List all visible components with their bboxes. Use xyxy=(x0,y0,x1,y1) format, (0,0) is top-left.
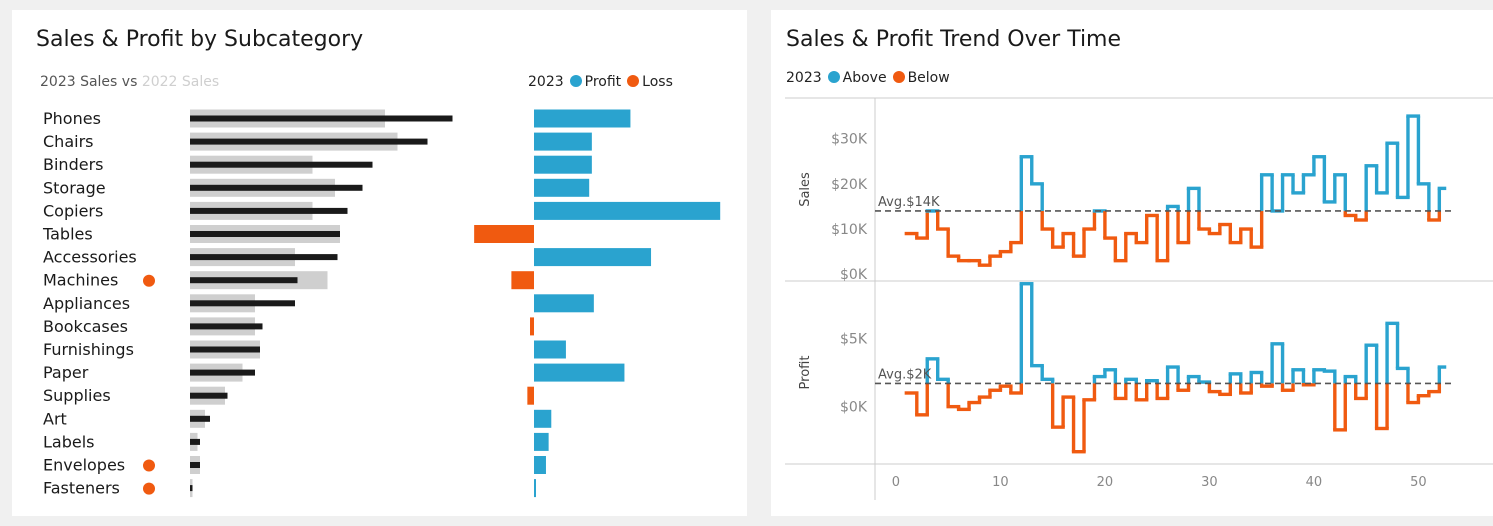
category-label: Bookcases xyxy=(43,317,128,336)
y-tick-label: $30K xyxy=(831,132,868,148)
sales-2023-bar xyxy=(190,369,255,376)
x-tick-label: 0 xyxy=(892,475,900,490)
sales-2023-bar xyxy=(190,254,338,261)
subcategory-panel: Sales & Profit by Subcategory 2023 Sales… xyxy=(12,10,747,516)
sales-2023-bar xyxy=(190,346,260,353)
sales-2023-bar xyxy=(190,231,340,237)
x-tick-label: 10 xyxy=(992,475,1009,490)
sales-2023-bar xyxy=(190,323,263,330)
profit-bar xyxy=(534,178,590,197)
category-label: Tables xyxy=(42,225,93,244)
sales-2023-bar xyxy=(190,462,200,468)
category-label: Binders xyxy=(43,155,103,174)
sales-2023-bar xyxy=(190,415,210,422)
average-label: Avg.$14K xyxy=(878,195,940,210)
category-label: Appliances xyxy=(43,294,130,313)
sales-2023-bar xyxy=(190,300,295,307)
sales-2023-bar xyxy=(190,392,228,399)
y-tick-label: $5K xyxy=(840,331,868,347)
y-tick-label: $10K xyxy=(831,222,868,238)
trend-line-chart: 0 10 20 30 40 50 Sales $0K $10K $20K $30K Avg.$14K P… xyxy=(785,97,1493,500)
category-label: Storage xyxy=(43,178,106,197)
profit-bar xyxy=(534,155,592,174)
profit-bar xyxy=(534,432,549,451)
loss-bar xyxy=(511,271,534,290)
loss-flag-icon xyxy=(143,482,155,495)
category-label: Envelopes xyxy=(43,456,125,475)
x-tick-label: 30 xyxy=(1201,475,1218,490)
sales-2023-bar xyxy=(190,115,453,122)
category-label: Machines xyxy=(43,271,118,290)
profit-bar xyxy=(534,132,592,151)
sales-2023-bar xyxy=(190,438,200,445)
profit-bar xyxy=(534,109,631,128)
loss-bar xyxy=(530,317,534,336)
sales-2023-bar xyxy=(190,184,363,191)
step-line-profit xyxy=(904,282,1447,454)
category-label: Accessories xyxy=(43,248,137,267)
profit-bar xyxy=(534,409,552,428)
sales-2023-bar xyxy=(190,161,373,168)
profit-bar xyxy=(534,248,652,267)
category-label: Supplies xyxy=(43,386,111,405)
loss-bar xyxy=(474,225,534,243)
y-axis-title: Profit xyxy=(798,356,813,390)
profit-bar xyxy=(534,479,536,498)
category-label: Chairs xyxy=(43,132,93,151)
loss-flag-icon xyxy=(143,459,155,472)
category-label: Fasteners xyxy=(43,479,120,498)
loss-bar xyxy=(527,386,534,405)
profit-bar xyxy=(534,456,546,474)
y-tick-label: $20K xyxy=(831,177,868,193)
average-label: Avg.$2K xyxy=(878,367,932,382)
profit-bar xyxy=(534,340,566,359)
y-tick-label: $0K xyxy=(840,267,868,283)
step-line-sales xyxy=(904,114,1447,267)
trend-panel: Sales & Profit Trend Over Time 2023 Above… xyxy=(771,10,1493,516)
category-label: Furnishings xyxy=(43,340,134,359)
profit-bar xyxy=(534,294,594,313)
sales-2023-bar xyxy=(190,485,193,492)
x-tick-label: 20 xyxy=(1097,475,1114,490)
y-tick-label: $0K xyxy=(840,400,868,416)
profit-bar xyxy=(534,201,721,220)
loss-flag-icon xyxy=(143,274,155,287)
sales-2023-bar xyxy=(190,138,428,145)
category-label: Copiers xyxy=(43,201,103,220)
y-axis-title: Sales xyxy=(798,172,813,207)
category-label: Paper xyxy=(43,363,89,382)
profit-bar xyxy=(534,363,625,382)
sales-2023-bar xyxy=(190,207,348,214)
sales-2023-bar xyxy=(190,277,298,284)
subcategory-bar-chart: Phones Chairs Binders Storage Copiers Tables A… xyxy=(42,109,721,498)
category-label: Labels xyxy=(43,432,95,451)
x-tick-label: 40 xyxy=(1306,475,1323,490)
category-label: Phones xyxy=(43,109,101,128)
category-label: Art xyxy=(43,409,67,428)
x-tick-label: 50 xyxy=(1410,475,1427,490)
